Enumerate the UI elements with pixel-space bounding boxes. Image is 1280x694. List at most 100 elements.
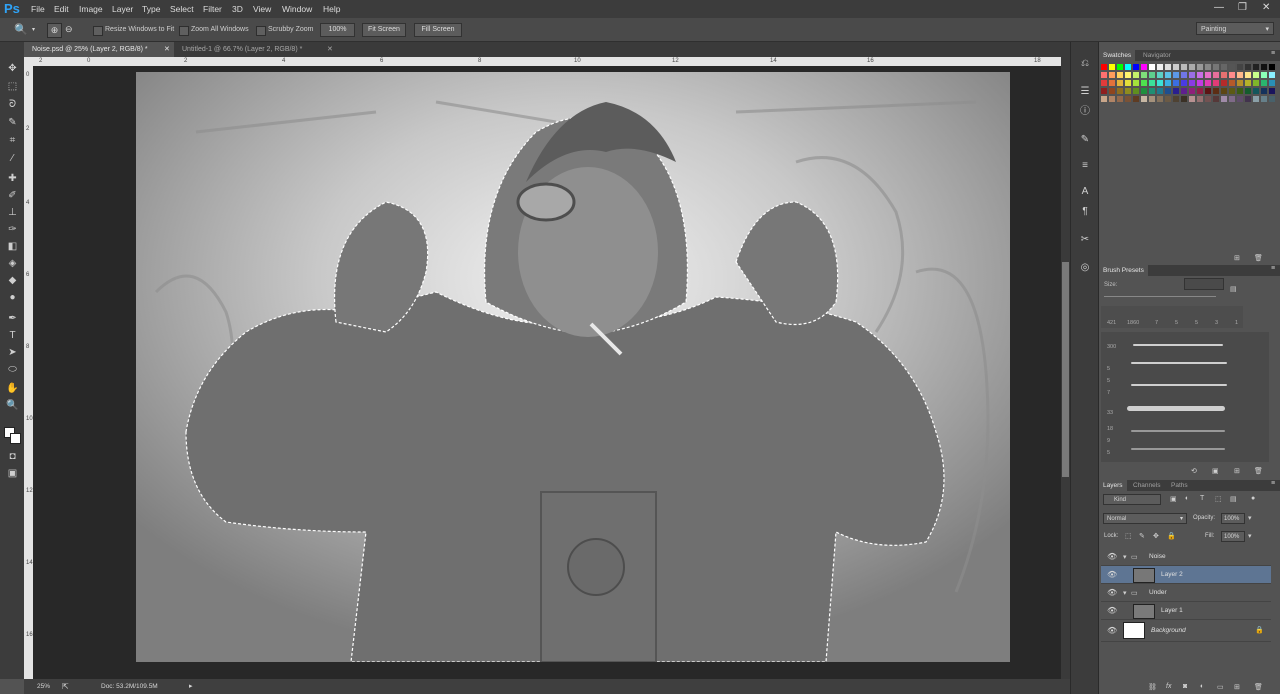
hand-tool-icon[interactable]: ✋ xyxy=(6,382,19,395)
color-swatch[interactable] xyxy=(1101,96,1107,102)
new-brush-icon[interactable]: ⊞ xyxy=(1234,467,1240,475)
color-swatch[interactable] xyxy=(1221,72,1227,78)
color-swatch[interactable] xyxy=(1237,88,1243,94)
lock-position-icon[interactable]: ✥ xyxy=(1153,532,1159,540)
menu-file[interactable]: File xyxy=(31,4,45,14)
color-swatch[interactable] xyxy=(1245,64,1251,70)
color-swatch[interactable] xyxy=(1141,80,1147,86)
menu-edit[interactable]: Edit xyxy=(54,4,69,14)
brush-size-slider[interactable] xyxy=(1104,296,1216,297)
color-swatch[interactable] xyxy=(1117,96,1123,102)
brush-options-icon[interactable]: ⟲ xyxy=(1191,467,1197,475)
color-swatch[interactable] xyxy=(1165,96,1171,102)
color-swatch[interactable] xyxy=(1149,96,1155,102)
color-swatch[interactable] xyxy=(1101,80,1107,86)
info-icon[interactable]: ⓘ xyxy=(1079,106,1091,118)
layer-row-background[interactable]: 👁 Background 🔒 xyxy=(1101,620,1271,642)
menu-view[interactable]: View xyxy=(253,4,271,14)
color-swatch[interactable] xyxy=(1269,72,1275,78)
color-swatch[interactable] xyxy=(1109,96,1115,102)
fill-field[interactable]: 100% xyxy=(1221,531,1245,542)
shape-tool-icon[interactable]: ⬭ xyxy=(6,363,19,376)
color-swatch[interactable] xyxy=(1269,80,1275,86)
blur-tool-icon[interactable]: ◆ xyxy=(6,274,19,287)
tab-layers[interactable]: Layers xyxy=(1099,480,1127,491)
tab-navigator[interactable]: Navigator xyxy=(1139,50,1175,61)
chevron-down-icon[interactable]: ▾ xyxy=(1248,514,1252,522)
color-swatch[interactable] xyxy=(1189,88,1195,94)
menu-layer[interactable]: Layer xyxy=(112,4,133,14)
close-icon[interactable]: ✕ xyxy=(327,42,333,57)
color-swatch[interactable] xyxy=(1149,64,1155,70)
filter-smart-object-icon[interactable]: ▤ xyxy=(1230,495,1237,503)
color-swatch[interactable] xyxy=(1261,88,1267,94)
trash-icon[interactable]: 🗑 xyxy=(1254,254,1263,262)
color-swatch[interactable] xyxy=(1205,96,1211,102)
background-color-swatch[interactable] xyxy=(10,433,21,444)
vertical-scroll-thumb[interactable] xyxy=(1062,262,1069,477)
color-swatch[interactable] xyxy=(1189,64,1195,70)
opacity-field[interactable]: 100% xyxy=(1221,513,1245,524)
color-swatch[interactable] xyxy=(1117,88,1123,94)
close-icon[interactable]: ✕ xyxy=(164,42,170,57)
color-swatch[interactable] xyxy=(1109,80,1115,86)
dodge-tool-icon[interactable]: ● xyxy=(6,291,19,304)
color-swatch[interactable] xyxy=(1109,72,1115,78)
workspace-select[interactable]: Painting ▾ xyxy=(1196,22,1274,35)
brush-preset-list[interactable]: 300 5 5 7 33 18 9 5 xyxy=(1101,332,1269,462)
lock-all-icon[interactable]: 🔒 xyxy=(1167,532,1176,540)
scrubby-zoom-checkbox[interactable] xyxy=(256,26,266,36)
zoom-level[interactable]: 25% xyxy=(37,683,50,690)
paint-bucket-tool-icon[interactable]: ◈ xyxy=(6,257,19,270)
zoom-tool-icon[interactable]: 🔍 xyxy=(6,399,19,412)
lock-transparent-icon[interactable]: ⬚ xyxy=(1125,532,1132,540)
lock-pixels-icon[interactable]: ✎ xyxy=(1139,532,1145,540)
color-swatch[interactable] xyxy=(1157,72,1163,78)
color-swatch[interactable] xyxy=(1221,96,1227,102)
color-swatch[interactable] xyxy=(1141,88,1147,94)
color-swatch[interactable] xyxy=(1181,72,1187,78)
color-swatch[interactable] xyxy=(1173,64,1179,70)
color-swatch[interactable] xyxy=(1221,64,1227,70)
color-swatch[interactable] xyxy=(1165,88,1171,94)
color-swatch[interactable] xyxy=(1141,64,1147,70)
color-swatch[interactable] xyxy=(1245,80,1251,86)
document-canvas[interactable] xyxy=(136,72,1010,662)
layer-filter-select[interactable]: Kind xyxy=(1103,494,1161,505)
adjustment-layer-icon[interactable]: ◐ xyxy=(1200,683,1204,690)
quick-select-tool-icon[interactable]: ✎ xyxy=(6,116,19,129)
color-swatch[interactable] xyxy=(1253,72,1259,78)
color-swatch[interactable] xyxy=(1165,80,1171,86)
new-swatch-icon[interactable]: ⊞ xyxy=(1234,254,1240,262)
color-swatch[interactable] xyxy=(1213,72,1219,78)
quick-mask-icon[interactable]: ◘ xyxy=(6,450,19,463)
eraser-tool-icon[interactable]: ◧ xyxy=(6,240,19,253)
color-swatch[interactable] xyxy=(1197,64,1203,70)
eye-icon[interactable]: 👁 xyxy=(1107,570,1117,579)
healing-brush-tool-icon[interactable]: ✚ xyxy=(6,172,19,185)
swatch-grid[interactable] xyxy=(1101,64,1277,126)
tab-untitled-1[interactable]: Untitled-1 @ 66.7% (Layer 2, RGB/8) * ✕ xyxy=(174,42,339,57)
color-swatch[interactable] xyxy=(1173,72,1179,78)
fit-screen-button[interactable]: Fit Screen xyxy=(362,23,406,37)
color-swatch[interactable] xyxy=(1261,64,1267,70)
color-swatch[interactable] xyxy=(1133,88,1139,94)
tool-preset-chevron-icon[interactable]: ▾ xyxy=(32,26,35,33)
history-brush-tool-icon[interactable]: ✑ xyxy=(6,223,19,236)
color-swatch[interactable] xyxy=(1165,64,1171,70)
color-swatch[interactable] xyxy=(1149,72,1155,78)
color-swatch[interactable] xyxy=(1141,72,1147,78)
brush-size-field[interactable] xyxy=(1184,278,1224,290)
trash-icon[interactable]: 🗑 xyxy=(1254,683,1263,691)
color-swatch[interactable] xyxy=(1133,96,1139,102)
color-swatch[interactable] xyxy=(1189,80,1195,86)
new-group-icon[interactable]: ▭ xyxy=(1217,683,1224,691)
color-swatch[interactable] xyxy=(1269,88,1275,94)
color-swatch[interactable] xyxy=(1229,72,1235,78)
panel-menu-icon[interactable]: ≡ xyxy=(1271,265,1275,272)
clone-source-icon[interactable]: ≡ xyxy=(1079,160,1091,172)
color-swatch[interactable] xyxy=(1181,88,1187,94)
history-icon[interactable]: ⎌ xyxy=(1079,58,1091,70)
color-swatch[interactable] xyxy=(1125,88,1131,94)
properties-icon[interactable]: ☰ xyxy=(1079,86,1091,98)
